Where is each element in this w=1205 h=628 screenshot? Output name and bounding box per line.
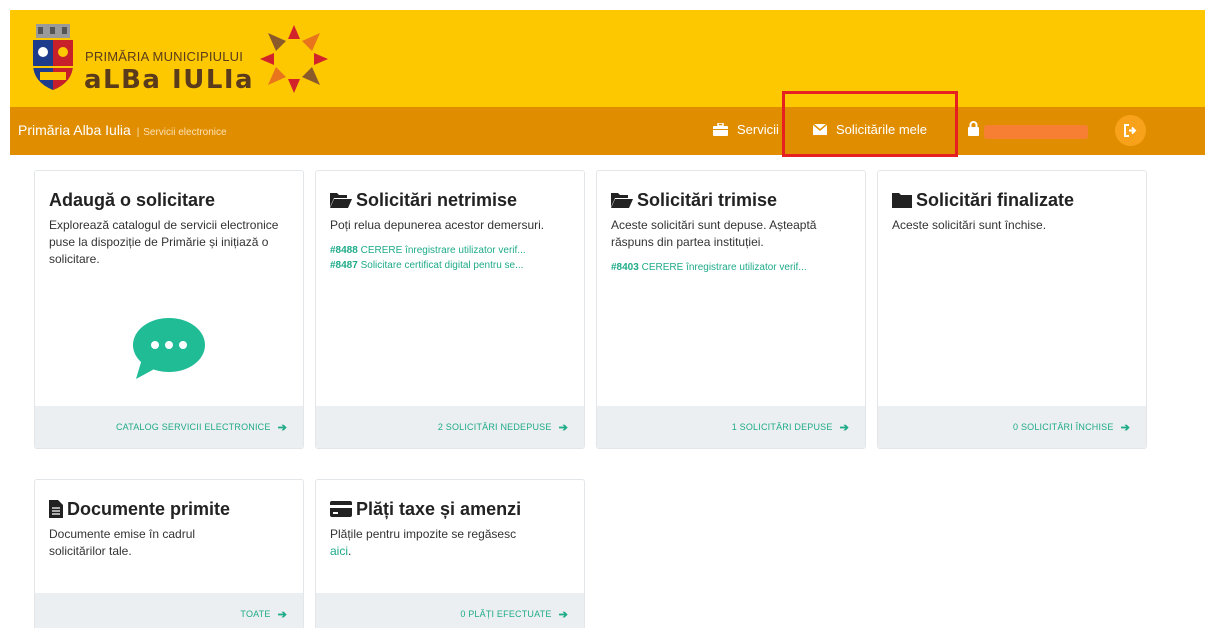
card-solicitari-trimise: Solicitări trimise Aceste solicitări sun… — [596, 170, 866, 449]
arrow-right-icon: ➔ — [839, 421, 849, 434]
user-name-redacted[interactable] — [984, 125, 1088, 139]
card-solicitari-finalizate: Solicitări finalizate Aceste solicitări … — [877, 170, 1147, 449]
brand-separator: | — [136, 127, 140, 138]
card-title: Solicitări finalizate — [916, 190, 1075, 210]
plati-aici-link[interactable]: aici — [330, 544, 348, 558]
card-adauga-solicitare: Adaugă o solicitare Explorează catalogul… — [34, 170, 304, 449]
card-title: Adaugă o solicitare — [49, 190, 216, 210]
brand-subtitle: Servicii electronice — [143, 127, 227, 138]
brand[interactable]: Primăria Alba Iulia | Servicii electroni… — [18, 122, 227, 138]
folder-open-icon — [611, 193, 633, 208]
card-title: Plăți taxe și amenzi — [356, 499, 522, 519]
star-emblem-icon — [260, 25, 328, 93]
inchise-link[interactable]: 0 SOLICITĂRI ÎNCHISE ➔ — [878, 406, 1146, 448]
footer-label: 0 SOLICITĂRI ÎNCHISE — [1013, 422, 1114, 432]
logo-title: aLBa IULIa — [84, 65, 255, 95]
arrow-right-icon: ➔ — [558, 421, 568, 434]
footer-label: 0 PLĂȚI EFECTUATE — [460, 609, 552, 619]
card-title: Solicitări netrimise — [356, 190, 518, 210]
footer-label: 1 SOLICITĂRI DEPUSE — [731, 422, 833, 432]
highlight-annotation — [782, 91, 958, 157]
card-title: Solicitări trimise — [637, 190, 778, 210]
lock-icon — [968, 121, 979, 136]
card-description: Explorează catalogul de servicii electro… — [49, 218, 279, 266]
nedepuse-link[interactable]: 2 SOLICITĂRI NEDEPUSE ➔ — [316, 406, 584, 448]
chat-bubble-icon — [133, 318, 205, 379]
brand-title: Primăria Alba Iulia — [18, 122, 131, 138]
footer-label: 2 SOLICITĂRI NEDEPUSE — [437, 422, 552, 432]
coat-of-arms-icon — [33, 24, 73, 90]
card-plati-taxe: Plăți taxe și amenzi Plățile pentru impo… — [315, 479, 585, 628]
card-documente-primite: Documente primite Documente emise în cad… — [34, 479, 304, 628]
footer-label: TOATE — [240, 609, 271, 619]
logo-subtitle: PRIMĂRIA MUNICIPIULUI — [85, 49, 244, 64]
arrow-right-icon: ➔ — [277, 421, 287, 434]
nav-servicii-label: Servicii — [737, 122, 779, 137]
folder-icon — [892, 193, 912, 208]
card-title: Documente primite — [67, 499, 231, 519]
depuse-link[interactable]: 1 SOLICITĂRI DEPUSE ➔ — [597, 406, 865, 448]
card-description: Documente emise în cadrul solicitărilor … — [49, 527, 196, 558]
plati-efectuate-link[interactable]: 0 PLĂȚI EFECTUATE ➔ — [316, 593, 584, 628]
catalog-link[interactable]: CATALOG SERVICII ELECTRONICE ➔ — [35, 406, 303, 448]
card-description: Plățile pentru impozite se regăsesc aici… — [330, 527, 517, 558]
briefcase-icon — [713, 123, 728, 136]
header-banner: PRIMĂRIA MUNICIPIULUI aLBa IULIa — [10, 10, 1205, 107]
sign-out-icon — [1124, 124, 1137, 137]
logo[interactable]: PRIMĂRIA MUNICIPIULUI aLBa IULIa — [28, 22, 328, 104]
arrow-right-icon: ➔ — [277, 608, 287, 621]
nav-servicii[interactable]: Servicii — [713, 122, 779, 137]
page: PRIMĂRIA MUNICIPIULUI aLBa IULIa Primări… — [0, 0, 1205, 628]
request-link-8487[interactable]: #8487 Solicitare certificat digital pent… — [330, 258, 570, 273]
documente-toate-link[interactable]: TOATE ➔ — [35, 593, 303, 628]
arrow-right-icon: ➔ — [1120, 421, 1130, 434]
document-icon — [49, 500, 63, 518]
footer-label: CATALOG SERVICII ELECTRONICE — [115, 422, 271, 432]
request-link-8403[interactable]: #8403 CERERE înregistrare utilizator ver… — [611, 260, 851, 275]
card-solicitari-netrimise: Solicitări netrimise Poți relua depunere… — [315, 170, 585, 449]
logout-button[interactable] — [1115, 115, 1146, 146]
card-description: Aceste solicitări sunt depuse. Așteaptă … — [611, 218, 817, 249]
card-description: Aceste solicitări sunt închise. — [892, 218, 1047, 232]
navbar: Primăria Alba Iulia | Servicii electroni… — [10, 107, 1205, 155]
arrow-right-icon: ➔ — [558, 608, 568, 621]
folder-open-icon — [330, 193, 352, 208]
card-description: Poți relua depunerea acestor demersuri. — [330, 218, 545, 232]
request-link-8488[interactable]: #8488 CERERE înregistrare utilizator ver… — [330, 243, 570, 258]
credit-card-icon — [330, 501, 352, 517]
